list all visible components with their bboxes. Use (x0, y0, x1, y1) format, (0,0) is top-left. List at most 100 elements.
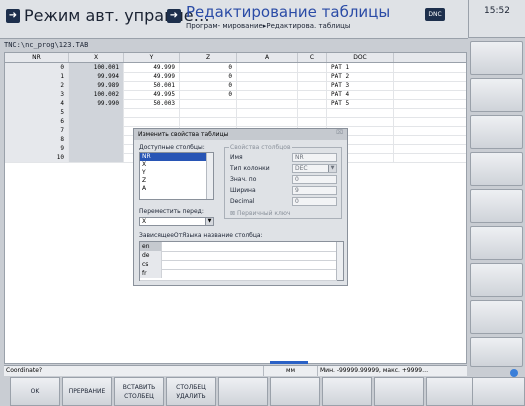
cell-a[interactable] (237, 90, 298, 99)
cell-a[interactable] (237, 63, 298, 72)
column-header-y[interactable]: Y (124, 53, 180, 62)
scrollbar[interactable] (206, 153, 213, 199)
cell-z[interactable] (180, 99, 237, 108)
list-item[interactable]: A (140, 185, 213, 193)
insert-column-softkey[interactable]: ВСТАВИТЬ СТОЛБЕЦ (114, 377, 164, 406)
cell-x[interactable] (69, 126, 124, 135)
cell-y[interactable]: 50.003 (124, 99, 180, 108)
available-columns-list[interactable]: NR X Y Z A (139, 152, 214, 200)
cell-doc[interactable]: PAT 4 (327, 90, 394, 99)
cell-a[interactable] (237, 117, 298, 126)
cell-c[interactable] (298, 72, 327, 81)
cell-y[interactable]: 49.999 (124, 72, 180, 81)
cell-z[interactable] (180, 117, 237, 126)
cell-x[interactable] (69, 153, 124, 162)
cell-x[interactable] (69, 108, 124, 117)
input-prompt[interactable]: Coordinate? (4, 366, 264, 376)
chevron-down-icon[interactable]: ▼ (328, 165, 336, 172)
list-item[interactable]: X (140, 161, 213, 169)
vertical-softkey[interactable] (470, 300, 523, 334)
cell-doc[interactable] (327, 117, 394, 126)
cell-z[interactable]: 0 (180, 63, 237, 72)
empty-softkey[interactable] (270, 377, 320, 406)
cell-x[interactable]: 99.990 (69, 99, 124, 108)
column-header-doc[interactable]: DOC (327, 53, 394, 62)
cell-x[interactable] (69, 135, 124, 144)
cell-c[interactable] (298, 81, 327, 90)
cell-x[interactable]: 99.994 (69, 72, 124, 81)
cell-y[interactable] (124, 108, 180, 117)
vertical-softkey[interactable] (470, 226, 523, 260)
column-header-z[interactable]: Z (180, 53, 237, 62)
width-field[interactable]: 9 (292, 186, 337, 195)
default-value-field[interactable]: 0 (292, 175, 337, 184)
column-header-nr[interactable]: NR (5, 53, 69, 62)
cell-x[interactable] (69, 117, 124, 126)
column-header-c[interactable]: C (298, 53, 327, 62)
cell-y[interactable]: 50.001 (124, 81, 180, 90)
close-icon[interactable]: ⌧ (336, 129, 343, 136)
cell-nr[interactable]: 5 (5, 108, 69, 117)
cell-nr[interactable]: 10 (5, 153, 69, 162)
scrollbar[interactable] (336, 242, 343, 280)
vertical-softkey[interactable] (470, 41, 523, 75)
vertical-softkey[interactable] (470, 115, 523, 149)
name-field[interactable]: NR (292, 153, 337, 162)
cell-doc[interactable] (327, 108, 394, 117)
cell-nr[interactable]: 8 (5, 135, 69, 144)
cell-a[interactable] (237, 99, 298, 108)
cell-x[interactable]: 100.002 (69, 90, 124, 99)
cell-z[interactable] (180, 108, 237, 117)
cell-nr[interactable]: 0 (5, 63, 69, 72)
list-item[interactable]: NR (140, 153, 213, 161)
cell-nr[interactable]: 4 (5, 99, 69, 108)
abort-softkey[interactable]: ПРЕРВАНИЕ (62, 377, 112, 406)
vertical-softkey[interactable] (470, 152, 523, 186)
column-header-a[interactable]: A (237, 53, 298, 62)
ok-softkey[interactable]: OK (10, 377, 60, 406)
empty-softkey[interactable] (472, 377, 525, 406)
cell-nr[interactable]: 9 (5, 144, 69, 153)
cell-doc[interactable]: PAT 3 (327, 81, 394, 90)
cell-a[interactable] (237, 72, 298, 81)
vertical-softkey[interactable] (470, 189, 523, 223)
programming-mode-panel[interactable]: ➜ Редактирование таблицы Програм- мирова… (162, 2, 407, 36)
vertical-softkey[interactable] (470, 337, 523, 367)
cell-nr[interactable]: 7 (5, 126, 69, 135)
delete-column-softkey[interactable]: СТОЛБЕЦ УДАЛИТЬ (166, 377, 216, 406)
cell-y[interactable] (124, 117, 180, 126)
empty-softkey[interactable] (374, 377, 424, 406)
cell-doc[interactable]: PAT 1 (327, 63, 394, 72)
cell-doc[interactable]: PAT 2 (327, 72, 394, 81)
type-select[interactable]: DEC ▼ (292, 164, 337, 173)
cell-c[interactable] (298, 108, 327, 117)
cell-c[interactable] (298, 63, 327, 72)
column-header-x[interactable]: X (69, 53, 124, 62)
cell-nr[interactable]: 1 (5, 72, 69, 81)
empty-softkey[interactable] (218, 377, 268, 406)
cell-y[interactable]: 49.999 (124, 63, 180, 72)
cell-z[interactable]: 0 (180, 90, 237, 99)
empty-softkey[interactable] (322, 377, 372, 406)
table-row[interactable]: fr (140, 269, 337, 281)
cell-a[interactable] (237, 81, 298, 90)
cell-c[interactable] (298, 117, 327, 126)
cell-nr[interactable]: 3 (5, 90, 69, 99)
move-before-select[interactable]: X ▼ (139, 217, 214, 226)
cell-x[interactable]: 99.989 (69, 81, 124, 90)
cell-x[interactable]: 100.001 (69, 63, 124, 72)
list-item[interactable]: Z (140, 177, 213, 185)
cell-y[interactable]: 49.995 (124, 90, 180, 99)
primary-key-checkbox[interactable]: ⊠ Первичный ключ (230, 210, 290, 217)
cell-x[interactable] (69, 144, 124, 153)
cell-doc[interactable]: PAT 5 (327, 99, 394, 108)
list-item[interactable]: Y (140, 169, 213, 177)
vertical-softkey[interactable] (470, 263, 523, 297)
cell-nr[interactable]: 2 (5, 81, 69, 90)
cell-c[interactable] (298, 90, 327, 99)
cell-z[interactable]: 0 (180, 72, 237, 81)
cell-nr[interactable]: 6 (5, 117, 69, 126)
chevron-down-icon[interactable]: ▼ (205, 218, 213, 225)
cell-c[interactable] (298, 99, 327, 108)
decimal-field[interactable]: 0 (292, 197, 337, 206)
